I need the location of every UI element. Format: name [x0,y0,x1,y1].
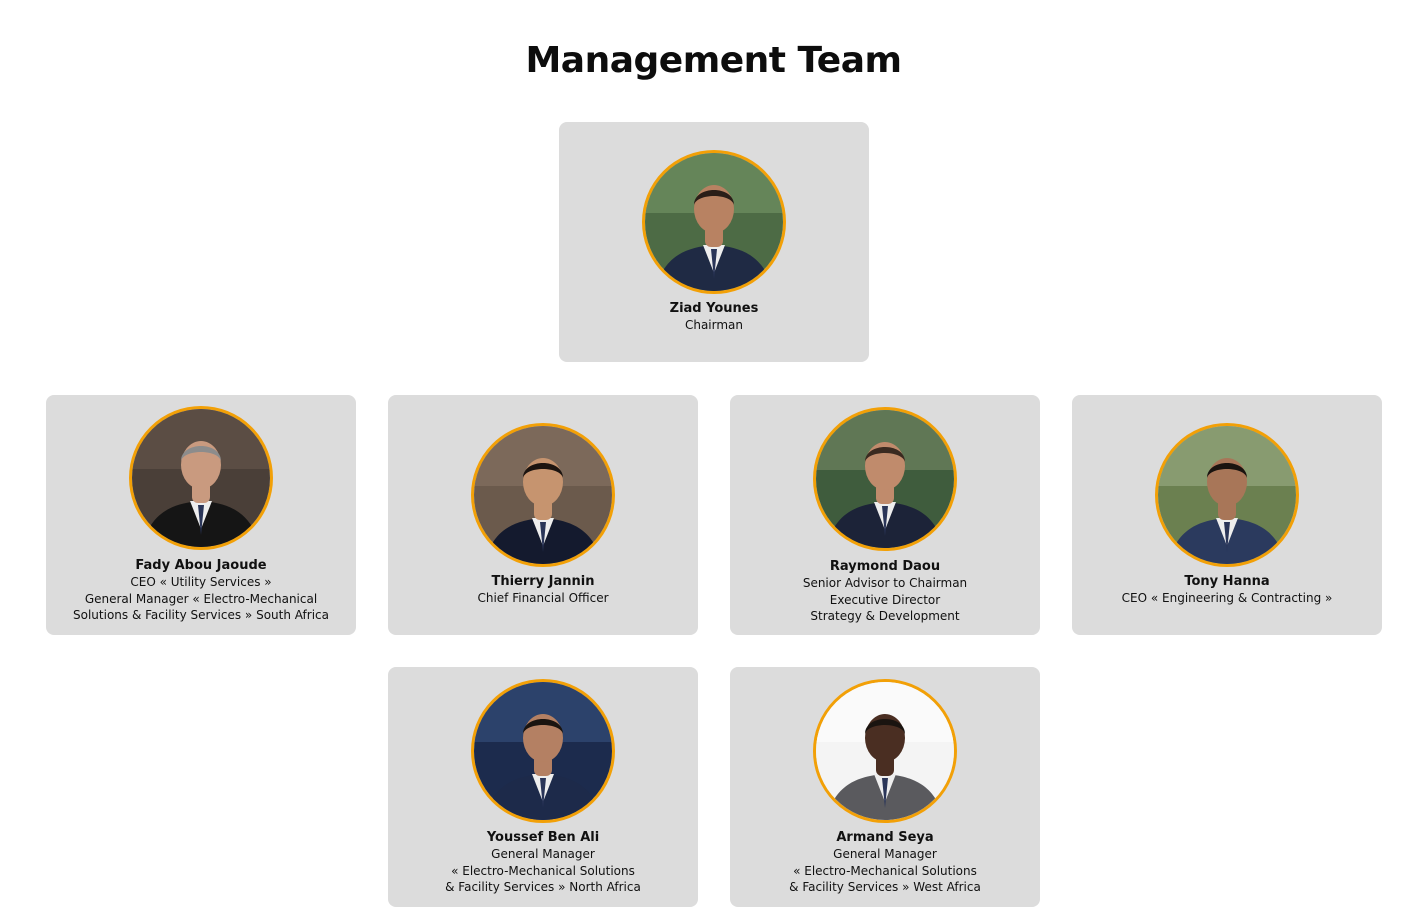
avatar [471,423,615,567]
member-info: Fady Abou Jaoude CEO « Utility Services »… [46,557,356,624]
avatar [1155,423,1299,567]
portrait-photo [474,682,612,820]
member-info: Armand Seya General Manager « Electro-Mech… [730,829,1040,896]
member-role: Executive Director [829,592,941,607]
member-role: « Electro-Mechanical Solutions [793,863,977,878]
portrait-photo [132,409,270,547]
member-role: & Facility Services » West Africa [789,880,981,894]
avatar [471,679,615,823]
member-card: Ziad Younes Chairman [559,122,869,362]
member-card: Fady Abou Jaoude CEO « Utility Services »… [46,395,356,635]
portrait-photo [474,426,612,564]
member-card: Raymond Daou Senior Advisor to Chairman Ex… [730,395,1040,635]
avatar [642,150,786,294]
member-role: Chief Financial Officer [477,591,609,605]
member-role: General Manager [833,847,937,861]
member-info: Ziad Younes Chairman [559,300,869,334]
portrait-photo [1158,426,1296,564]
member-card: Thierry Jannin Chief Financial Officer [388,395,698,635]
member-card: Tony Hanna CEO « Engineering & Contractin… [1072,395,1382,635]
member-role: General Manager « Electro-Mechanical [84,591,318,606]
member-role: & Facility Services » North Africa [445,880,641,894]
avatar [813,407,957,551]
member-name: Raymond Daou [829,559,941,574]
member-role: General Manager [491,847,595,861]
member-card: Armand Seya General Manager « Electro-Mech… [730,667,1040,907]
member-role: Chairman [684,318,744,332]
avatar [129,406,273,550]
member-role: « Electro-Mechanical Solutions [451,863,635,878]
member-name: Youssef Ben Ali [486,830,600,845]
member-info: Tony Hanna CEO « Engineering & Contractin… [1072,573,1382,607]
avatar [813,679,957,823]
member-name: Armand Seya [836,830,934,845]
member-name: Tony Hanna [1184,574,1270,589]
member-name: Fady Abou Jaoude [135,558,267,573]
member-info: Raymond Daou Senior Advisor to Chairman Ex… [730,558,1040,625]
portrait-photo [816,410,954,548]
member-info: Youssef Ben Ali General Manager « Electro-… [388,829,698,896]
member-info: Thierry Jannin Chief Financial Officer [388,573,698,607]
member-name: Thierry Jannin [491,574,595,589]
member-name: Ziad Younes [669,301,759,316]
member-role: CEO « Utility Services » [130,575,272,589]
member-card: Youssef Ben Ali General Manager « Electro-… [388,667,698,907]
member-role: Strategy & Development [810,609,960,623]
member-role: CEO « Engineering & Contracting » [1121,591,1333,605]
member-role: Solutions & Facility Services » South Af… [73,608,329,622]
portrait-photo [645,153,783,291]
page-title: Management Team [525,40,902,81]
member-role: Senior Advisor to Chairman [802,576,968,590]
portrait-photo [816,682,954,820]
